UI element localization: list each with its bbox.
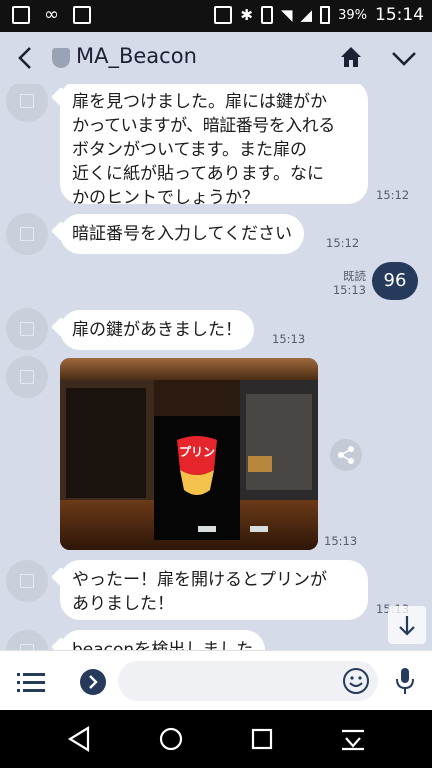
cast-icon bbox=[73, 6, 91, 24]
bluetooth-icon: ✱ bbox=[240, 6, 253, 24]
mic-icon bbox=[396, 668, 414, 694]
chat-header: MA_Beacon bbox=[0, 32, 432, 84]
nfc-icon bbox=[214, 6, 233, 24]
back-button[interactable] bbox=[14, 44, 36, 72]
avatar[interactable] bbox=[6, 84, 48, 122]
message-bubble[interactable]: 扉の鍵があきました！ bbox=[60, 310, 254, 350]
input-bar bbox=[0, 650, 432, 710]
message-time: 15:13 bbox=[272, 332, 306, 346]
back-nav-icon bbox=[67, 726, 90, 752]
system-nav-bar bbox=[0, 710, 432, 768]
message-line: 扉を見つけました。扉には鍵がか bbox=[72, 92, 327, 112]
message-text: 扉の鍵があきました！ bbox=[72, 320, 242, 340]
message-text: beaconを検出しました bbox=[72, 640, 254, 650]
status-bar: ∞ ✱ ◥ ◢ 39% 15:14 bbox=[0, 0, 432, 32]
message-time: 15:13 bbox=[332, 283, 366, 297]
nav-recents-button[interactable] bbox=[248, 725, 276, 753]
back-icon bbox=[18, 47, 31, 69]
expand-icon bbox=[89, 675, 98, 689]
home-nav-icon bbox=[159, 727, 183, 751]
status-time: 15:14 bbox=[375, 5, 424, 25]
avatar[interactable] bbox=[6, 213, 48, 255]
expand-button[interactable] bbox=[80, 669, 106, 695]
message-input[interactable] bbox=[118, 661, 378, 701]
photo-image: プリン bbox=[60, 358, 318, 550]
scroll-to-bottom-button[interactable] bbox=[388, 606, 426, 644]
avatar[interactable] bbox=[6, 356, 48, 398]
message-line: ボタンがついてます。また扉の bbox=[72, 140, 307, 160]
photo-message[interactable]: プリン bbox=[60, 358, 318, 550]
emoji-button[interactable] bbox=[342, 667, 370, 695]
nav-hide-keyboard-button[interactable] bbox=[339, 725, 367, 753]
message-line: かっていますが、暗証番号を入れる bbox=[72, 116, 335, 136]
message-bubble[interactable]: beaconを検出しました bbox=[60, 630, 266, 650]
signal-icon: ◢ bbox=[300, 6, 313, 24]
menu-button[interactable] bbox=[16, 669, 46, 695]
menu-icon bbox=[17, 673, 45, 692]
message-time: 15:12 bbox=[376, 188, 410, 202]
message-bubble[interactable]: やったー！扉を開けるとプリンが ありました！ bbox=[60, 560, 368, 620]
recents-nav-icon bbox=[251, 728, 273, 750]
home-icon bbox=[341, 47, 361, 67]
message-bubble[interactable]: 暗証番号を入力してください bbox=[60, 214, 304, 254]
chat-title: MA_Beacon bbox=[76, 44, 197, 68]
home-button[interactable] bbox=[338, 44, 364, 70]
chat-area[interactable]: 扉を見つけました。扉には鍵がか かっていますが、暗証番号を入れる ボタンがついて… bbox=[0, 84, 432, 650]
message-time: 15:12 bbox=[326, 236, 360, 250]
gallery-icon bbox=[12, 6, 30, 24]
wifi-icon: ◥ bbox=[281, 6, 293, 24]
avatar[interactable] bbox=[6, 560, 48, 602]
message-text: 96 bbox=[383, 270, 407, 291]
avatar[interactable] bbox=[6, 308, 48, 350]
battery-percent: 39% bbox=[338, 7, 367, 23]
message-text: 暗証番号を入力してください bbox=[72, 224, 292, 244]
emoji-icon bbox=[343, 668, 369, 694]
arrow-down-icon bbox=[399, 616, 415, 636]
avatar[interactable] bbox=[6, 630, 48, 650]
nav-back-button[interactable] bbox=[66, 725, 94, 753]
message-time: 15:13 bbox=[324, 534, 358, 548]
vibrate-icon bbox=[261, 6, 273, 24]
chevron-down-icon bbox=[392, 52, 416, 66]
menu-dropdown-button[interactable] bbox=[390, 45, 418, 71]
message-line: かのヒントでしょうか？ bbox=[72, 188, 259, 208]
message-line: やったー！扉を開けるとプリンが bbox=[72, 570, 327, 590]
message-line: 近くに紙が貼ってあります。なに bbox=[72, 164, 324, 184]
infinity-icon: ∞ bbox=[44, 4, 59, 25]
mic-button[interactable] bbox=[394, 666, 416, 696]
message-bubble[interactable]: 扉を見つけました。扉には鍵がか かっていますが、暗証番号を入れる ボタンがついて… bbox=[60, 84, 368, 208]
photo-caption: プリン bbox=[179, 444, 215, 459]
battery-icon bbox=[320, 6, 331, 24]
my-message-bubble[interactable]: 96 bbox=[372, 262, 418, 300]
read-receipt: 既読 bbox=[343, 269, 366, 283]
share-icon bbox=[338, 446, 354, 464]
nav-home-button[interactable] bbox=[157, 725, 185, 753]
shield-icon bbox=[52, 48, 70, 68]
hide-keyboard-icon bbox=[342, 729, 364, 751]
message-line: ありました！ bbox=[72, 594, 174, 614]
share-button[interactable] bbox=[330, 439, 362, 471]
